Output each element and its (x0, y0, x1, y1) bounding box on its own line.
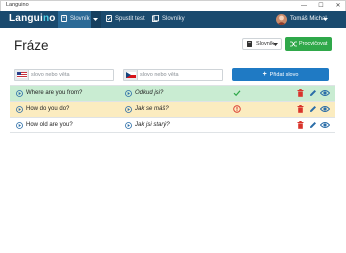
edit-icon[interactable] (309, 89, 317, 97)
us-flag-icon (15, 70, 29, 80)
delete-icon[interactable] (297, 89, 304, 97)
caret-down-icon (93, 18, 98, 21)
window-title-bar: Languino — ☐ ✕ (0, 0, 346, 11)
play-audio-icon[interactable] (125, 106, 132, 113)
practice-button-label: Procvičovat (299, 41, 328, 47)
view-icon[interactable] (320, 89, 330, 97)
phrase-target-text: Jak jsi starý? (135, 122, 170, 128)
cz-flag-icon (124, 70, 138, 80)
source-word-group (14, 69, 114, 81)
dictionary-select-label: Slovník (256, 41, 275, 47)
minimize-button[interactable]: — (297, 1, 311, 11)
edit-icon[interactable] (309, 105, 317, 113)
nav-item-label: Slovník (70, 16, 90, 22)
caret-down-icon (323, 18, 328, 21)
phrase-source-text: How old are you? (26, 122, 73, 128)
target-word-input[interactable] (140, 71, 220, 79)
logo-text-suffix: o (49, 13, 56, 24)
nav-dropdown-toggle[interactable] (91, 11, 101, 28)
maximize-button[interactable]: ☐ (314, 1, 328, 11)
target-word-group (123, 69, 223, 81)
plus-icon: + (262, 71, 267, 78)
shuffle-icon (290, 41, 297, 47)
nav-item-slovniky[interactable]: Slovníky (152, 11, 185, 28)
play-audio-icon[interactable] (16, 122, 23, 129)
edit-icon[interactable] (309, 121, 317, 129)
view-icon[interactable] (320, 105, 330, 113)
avatar (276, 14, 287, 25)
app-logo[interactable]: Languino (9, 13, 56, 24)
test-icon (106, 14, 112, 22)
phrase-target-text: Odkud jsi? (135, 90, 164, 96)
table-row: How old are you? Jak jsi starý? (10, 117, 335, 133)
view-icon[interactable] (320, 121, 330, 129)
source-word-input[interactable] (31, 71, 111, 79)
add-word-button-label: Přidat slovo (269, 72, 299, 78)
nav-item-slovnik[interactable]: Slovník (58, 11, 91, 28)
warning-icon (233, 105, 241, 113)
play-audio-icon[interactable] (125, 90, 132, 97)
phrase-source-text: Where are you from? (26, 90, 83, 96)
delete-icon[interactable] (297, 105, 304, 113)
nav-item-label: Spustit test (115, 16, 145, 22)
page-title: Fráze (14, 38, 49, 53)
play-audio-icon[interactable] (16, 106, 23, 113)
add-word-button[interactable]: + Přidat slovo (232, 68, 329, 81)
dictionary-select[interactable]: Slovník (242, 38, 282, 50)
phrase-source-text: How do you do? (26, 106, 70, 112)
check-icon (233, 90, 241, 97)
table-row: Where are you from? Odkud jsi? (10, 85, 335, 101)
play-audio-icon[interactable] (16, 90, 23, 97)
nav-item-spustit-test[interactable]: Spustit test (106, 11, 145, 28)
play-audio-icon[interactable] (125, 122, 132, 129)
delete-icon[interactable] (297, 121, 304, 129)
nav-item-label: Slovníky (162, 16, 185, 22)
window-title: Languino (6, 2, 29, 8)
book-icon (61, 14, 67, 22)
phrase-target-text: Jak se máš? (135, 106, 169, 112)
app-navbar: Languino Slovník Spustit test Slovníky T… (0, 11, 346, 28)
book-icon (247, 41, 252, 47)
caret-down-icon (273, 43, 278, 46)
table-row: How do you do? Jak se máš? (10, 101, 335, 117)
logo-text-prefix: Langui (9, 13, 43, 24)
practice-button[interactable]: Procvičovat (285, 37, 332, 51)
close-button[interactable]: ✕ (331, 1, 345, 11)
books-icon (152, 14, 159, 22)
user-name: Tomáš Michal (290, 16, 327, 22)
